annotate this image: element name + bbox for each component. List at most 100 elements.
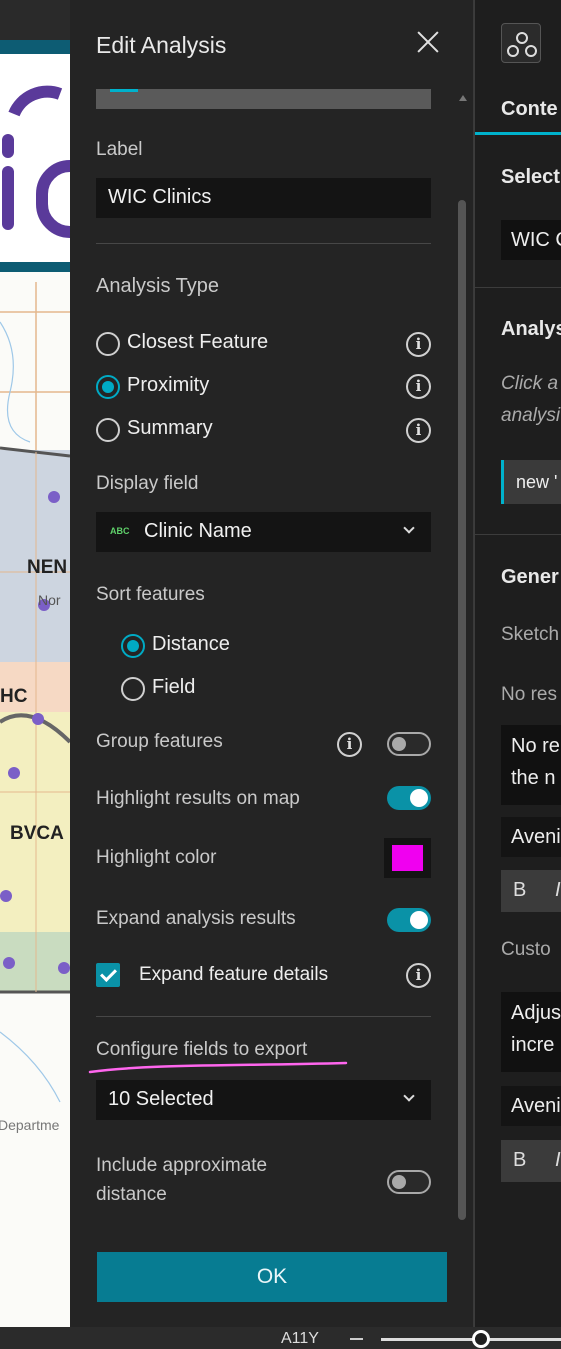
region-label-hc: HC (0, 686, 28, 707)
chevron-down-icon (403, 1090, 415, 1102)
info-icon[interactable]: i (337, 732, 362, 757)
info-icon[interactable]: i (406, 963, 431, 988)
bold-button[interactable]: B (513, 1149, 526, 1172)
a11y-label[interactable]: A11Y (281, 1330, 319, 1348)
close-icon[interactable] (416, 30, 440, 54)
nearby-widget-icon (507, 32, 537, 57)
no-results-text-editor[interactable]: No re the n (501, 725, 561, 805)
format-toolbar-2: B I (501, 1140, 561, 1182)
radio-label-sort-distance[interactable]: Distance (152, 633, 230, 656)
map-header-strip (0, 0, 70, 40)
info-icon[interactable]: i (406, 418, 431, 443)
no-results-text-line-2: the n (511, 767, 556, 789)
label-heading: Label (96, 139, 143, 160)
zoom-slider-track[interactable] (381, 1338, 561, 1341)
export-fields-select[interactable]: 10 Selected (96, 1080, 431, 1120)
logo-banner (0, 40, 70, 272)
approx-distance-toggle[interactable] (387, 1170, 431, 1194)
widget-icon-button[interactable] (501, 23, 541, 63)
approx-distance-label-line-2: distance (96, 1184, 167, 1205)
format-toolbar-1: B I (501, 870, 561, 912)
region-label-nor: Nor (38, 592, 61, 608)
map-point[interactable] (8, 767, 20, 779)
chevron-down-icon (403, 522, 415, 534)
radio-closest-feature[interactable] (96, 332, 120, 356)
map-point[interactable] (58, 962, 70, 974)
highlight-color-label: Highlight color (96, 847, 217, 868)
display-field-value: Clinic Name (144, 520, 252, 542)
no-results-text-line-1: No re (511, 735, 560, 757)
group-features-toggle[interactable] (387, 732, 431, 756)
sort-features-heading: Sort features (96, 584, 205, 605)
expand-results-toggle[interactable] (387, 908, 431, 932)
organization-logo (2, 85, 70, 238)
highlight-color-swatch (392, 845, 423, 871)
zoom-out-icon[interactable] (350, 1338, 363, 1340)
region-label-nen: NEN (27, 557, 68, 578)
label-input[interactable]: WIC Clinics (96, 178, 431, 218)
section-divider (96, 1016, 431, 1017)
scroll-up-arrow-icon[interactable] (459, 95, 467, 101)
group-features-label: Group features (96, 731, 223, 752)
map-point[interactable] (3, 957, 15, 969)
expand-results-label: Expand analysis results (96, 908, 296, 929)
font-name-1: Aveni (511, 826, 561, 848)
right-divider (475, 287, 561, 288)
italic-button[interactable]: I (555, 879, 561, 902)
info-icon[interactable]: i (406, 332, 431, 357)
select-value: WIC C (511, 229, 561, 251)
radio-summary[interactable] (96, 418, 120, 442)
highlight-results-label: Highlight results on map (96, 788, 300, 809)
map-attribution: Departme (0, 1117, 60, 1133)
radio-sort-field[interactable] (121, 677, 145, 701)
font-select-1[interactable]: Aveni (501, 817, 561, 857)
section-divider (96, 243, 431, 244)
map-point[interactable] (32, 713, 44, 725)
map-point[interactable] (0, 890, 12, 902)
tab-content[interactable]: Conte (501, 98, 558, 121)
hint-line-1: Click a (501, 373, 559, 394)
right-divider (475, 534, 561, 535)
radio-proximity[interactable] (96, 375, 120, 399)
bold-button[interactable]: B (513, 879, 526, 902)
radio-sort-distance[interactable] (121, 634, 145, 658)
ok-button[interactable]: OK (97, 1252, 447, 1302)
radio-label-closest-feature[interactable]: Closest Feature (127, 331, 268, 354)
custom-text-editor[interactable]: Adjus incre (501, 992, 561, 1072)
analysis-type-heading: Analysis Type (96, 275, 220, 297)
new-analysis-chip[interactable]: new ' (501, 460, 561, 504)
status-bar: A11Y (0, 1327, 561, 1349)
approx-distance-label-line-1: Include approximate (96, 1155, 268, 1176)
string-field-icon: ABC (110, 526, 130, 536)
highlighter-annotation (88, 1061, 348, 1074)
highlight-results-toggle[interactable] (387, 786, 431, 810)
expand-details-label[interactable]: Expand feature details (139, 964, 328, 986)
info-icon[interactable]: i (406, 374, 431, 399)
radio-label-summary[interactable]: Summary (127, 417, 213, 440)
content-settings-panel: Conte Select WIC C Analys Click a analys… (474, 0, 561, 1327)
map-point[interactable] (48, 491, 60, 503)
zoom-slider-handle[interactable] (472, 1330, 490, 1348)
radio-label-proximity[interactable]: Proximity (127, 374, 209, 397)
custom-text-line-1: Adjus (511, 1002, 561, 1024)
analysis-heading: Analys (501, 318, 561, 340)
logo-banner-inner (0, 54, 70, 262)
map-view[interactable]: NEN Nor HC BVCA Departme (0, 0, 70, 1327)
select-value-box[interactable]: WIC C (501, 220, 561, 260)
custom-text-line-2: incre (511, 1034, 555, 1056)
expand-details-checkbox[interactable] (96, 963, 120, 987)
highlight-color-picker[interactable] (384, 838, 431, 878)
panel-scrollbar[interactable] (458, 200, 466, 1220)
display-field-select[interactable]: ABC Clinic Name (96, 512, 431, 552)
panel-title: Edit Analysis (96, 32, 227, 58)
radio-label-sort-field[interactable]: Field (152, 676, 195, 699)
edit-analysis-panel: Edit Analysis Label WIC Clinics Analysis… (70, 0, 474, 1327)
display-field-heading: Display field (96, 473, 199, 494)
region-label-bvca: BVCA (10, 823, 64, 844)
no-results-label: No res (501, 684, 557, 705)
tab-content-indicator (475, 132, 561, 135)
new-analysis-chip-label: new ' (516, 472, 558, 492)
font-select-2[interactable]: Aveni (501, 1086, 561, 1126)
italic-button[interactable]: I (555, 1149, 561, 1172)
tab-strip[interactable] (96, 89, 431, 109)
